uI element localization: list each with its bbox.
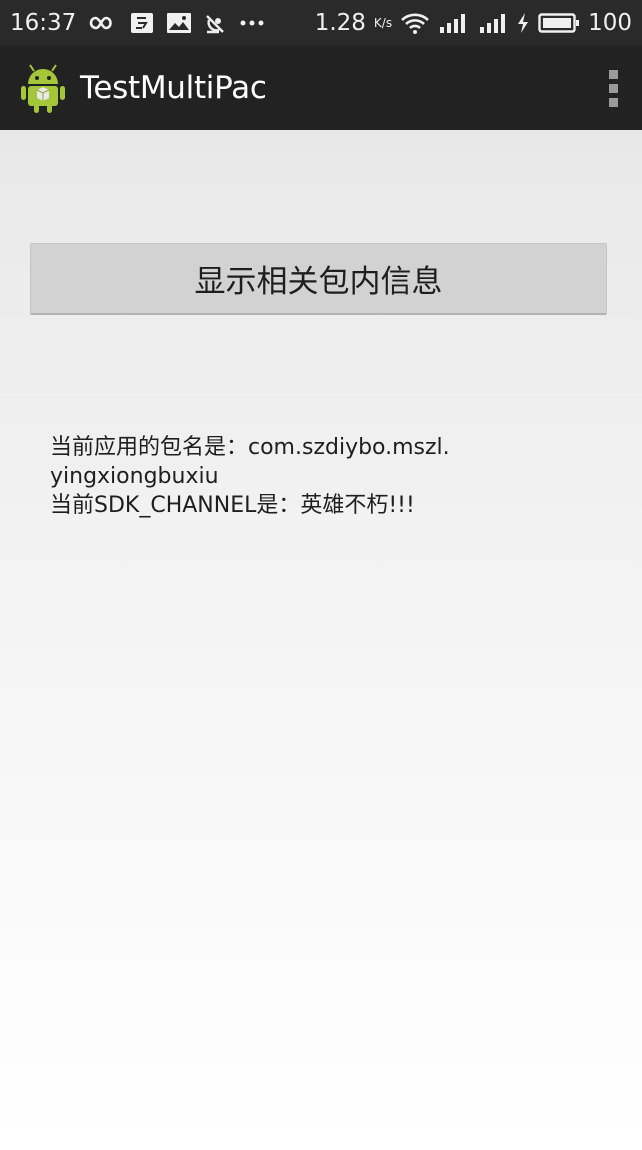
android-robot-icon[interactable] [20,62,66,114]
more-notifications-icon [240,18,264,28]
image-icon [166,12,192,34]
overflow-dot [609,69,618,79]
signal-4g-icon [438,11,470,35]
battery-icon [538,12,580,34]
info-line-channel: 当前SDK_CHANNEL是：英雄不朽!!! [50,493,415,518]
info-line-package: 当前应用的包名是：com.szdiybo.mszl. [50,435,450,460]
wifi-icon [400,12,430,34]
status-right-group: 1.28 K/s 100 [315,10,632,36]
network-speed: 1.28 [314,10,366,36]
satellite-icon [204,12,228,34]
overflow-dot [609,83,618,93]
status-left-group: 16:37 [10,10,264,36]
overflow-dot [609,97,618,107]
battery-level: 100 [588,10,632,36]
status-bar: 16:37 1.28 K/s 100 [0,0,642,46]
infinity-icon [88,13,118,33]
package-info-text: 当前应用的包名是：com.szdiybo.mszl. yingxiongbuxi… [50,433,520,520]
overflow-menu-icon[interactable] [603,66,624,111]
notification-app-icon [130,12,154,34]
show-package-info-button[interactable]: 显示相关包内信息 [30,243,607,315]
charging-icon [516,12,530,34]
signal-icon [478,11,508,35]
main-content: 显示相关包内信息 当前应用的包名是：com.szdiybo.mszl. ying… [0,130,642,1150]
action-bar: TestMultiPac [0,46,642,130]
status-time: 16:37 [10,10,77,36]
app-title: TestMultiPac [80,70,267,106]
info-line-package-cont: yingxiongbuxiu [50,464,219,489]
network-speed-unit: K/s [373,16,393,30]
